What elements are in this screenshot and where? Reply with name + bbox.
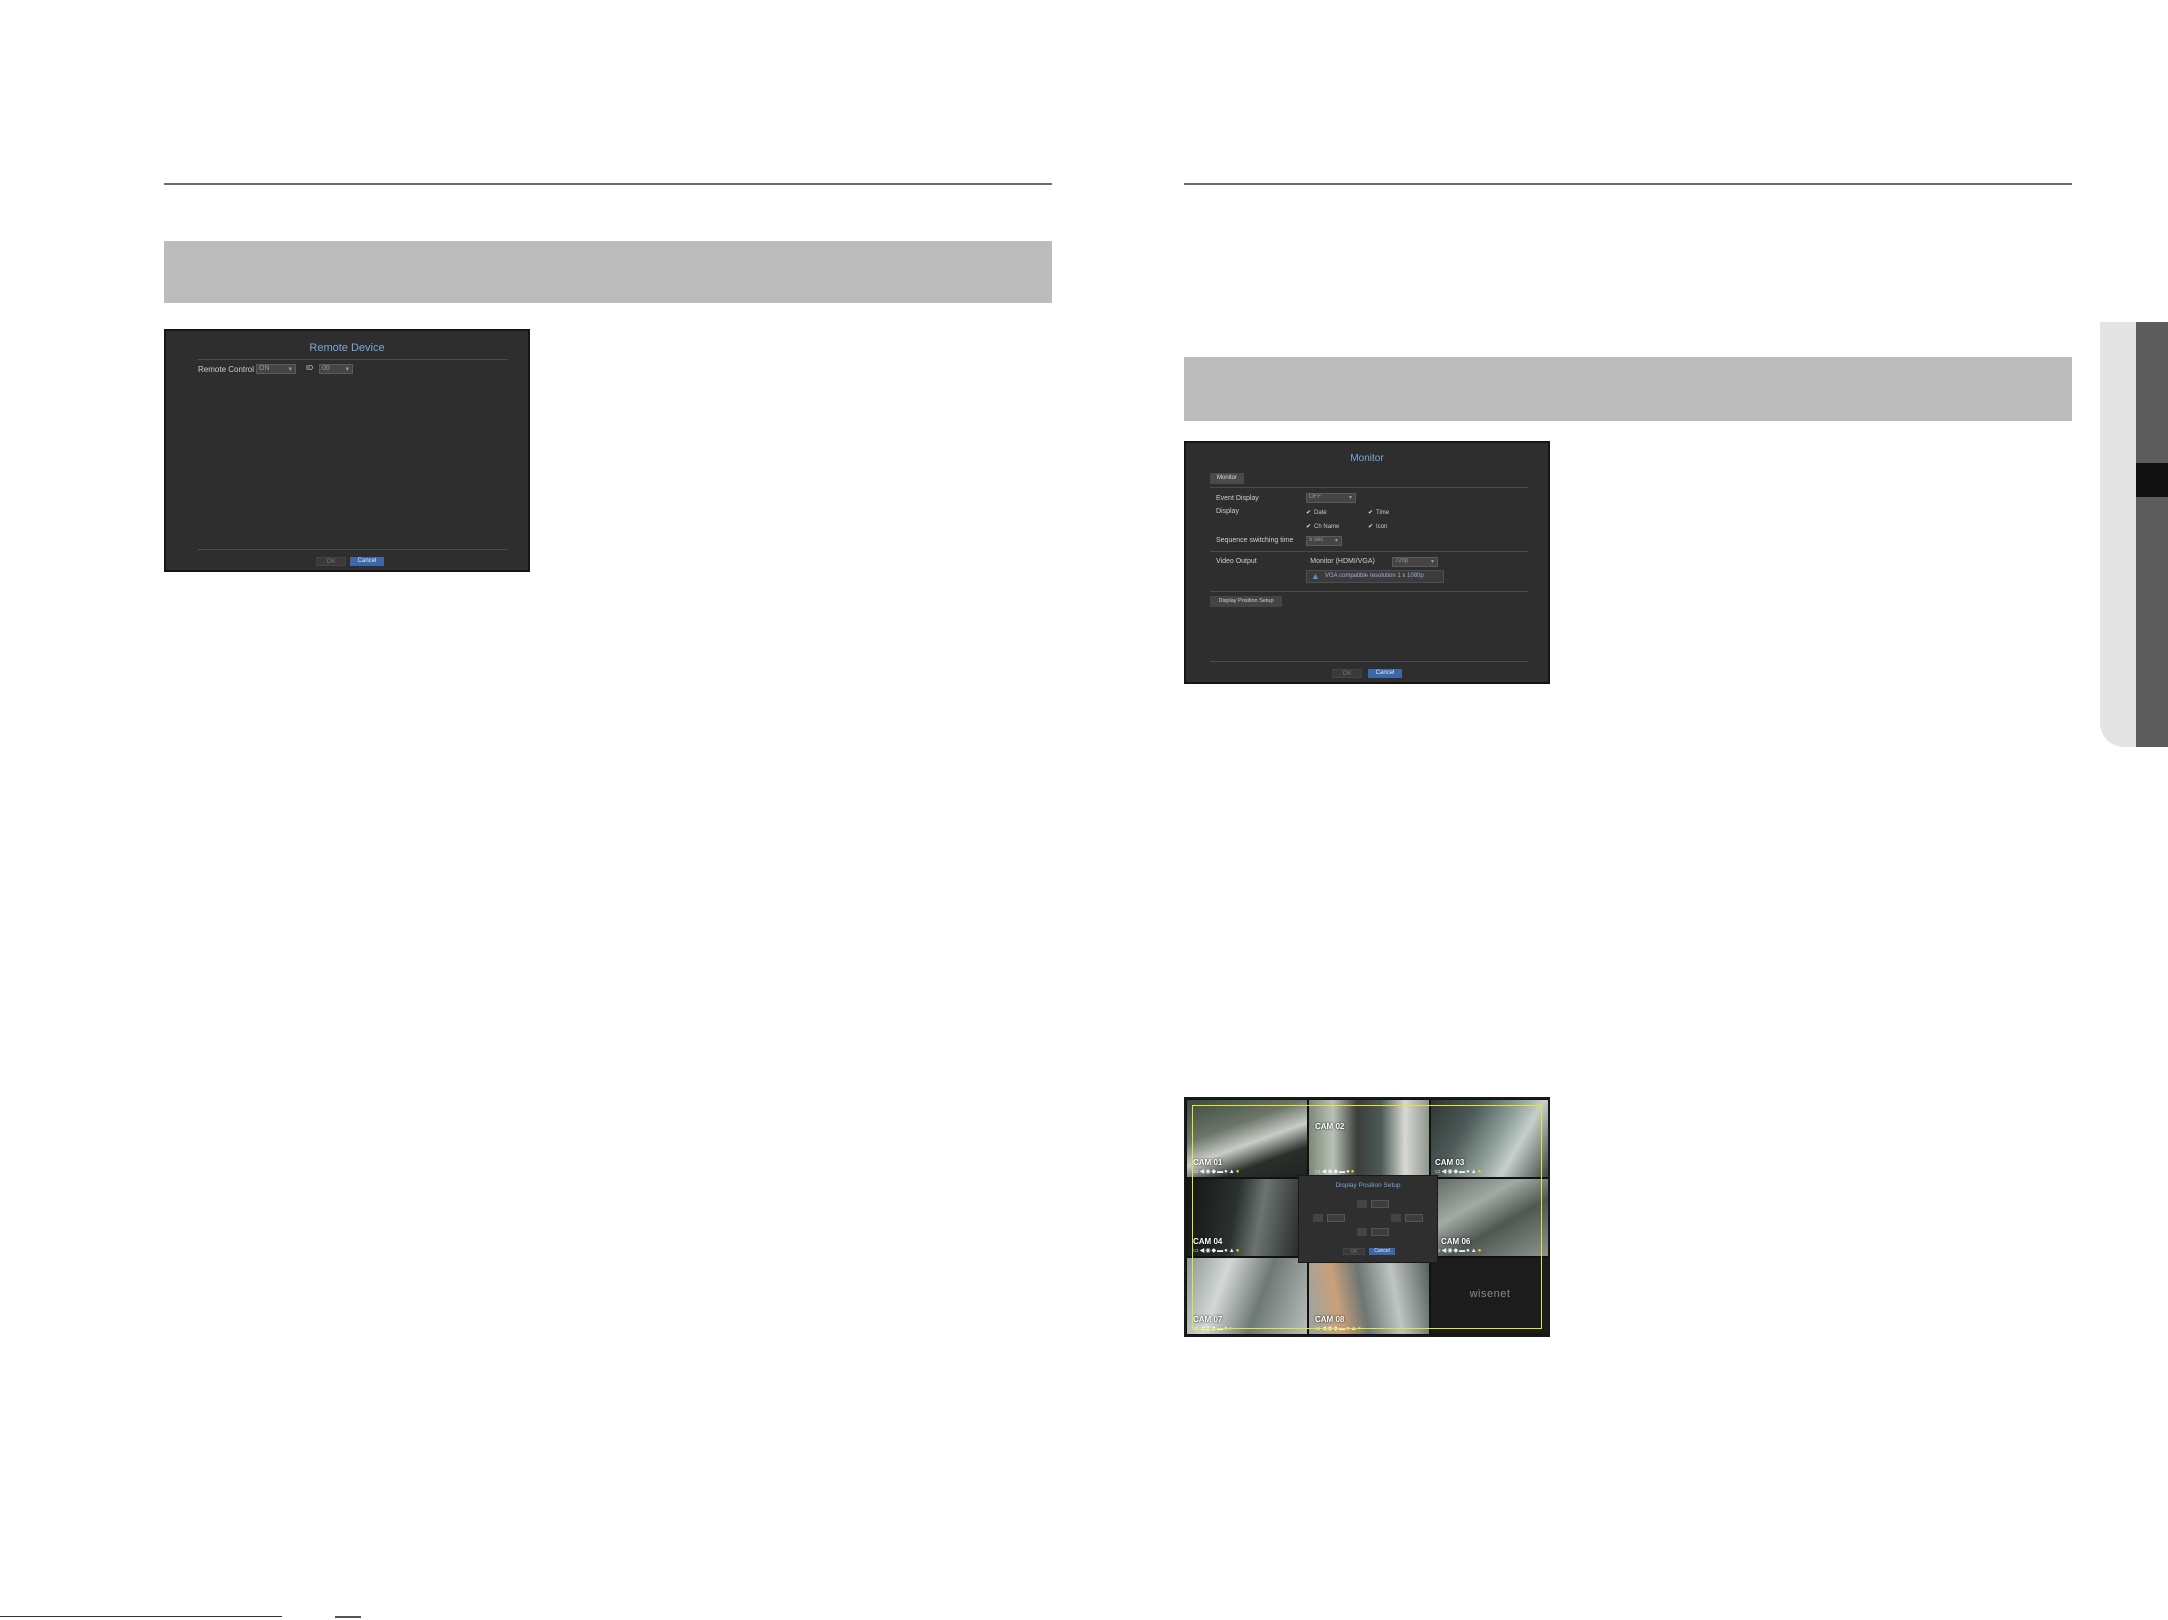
tab-monitor[interactable]: Monitor <box>1210 473 1244 484</box>
chapter-marker <box>2136 463 2168 497</box>
display-position-setup-button[interactable]: Display Position Setup <box>1210 596 1282 607</box>
section-divider <box>1210 591 1528 592</box>
popup-title: Display Position Setup <box>1335 1182 1401 1189</box>
warning-text: VGA compatible resolution 1 x 1080p <box>1325 573 1424 579</box>
display-label: Display <box>1216 508 1239 515</box>
right-section-band <box>1184 357 2072 421</box>
sequence-label: Sequence switching time <box>1216 537 1294 544</box>
sequence-select[interactable]: 5 sec ▾ <box>1306 536 1342 546</box>
remote-control-label: Remote Control <box>198 365 255 374</box>
warning-icon: ▲ <box>1311 571 1320 581</box>
video-output-label: Video Output <box>1216 558 1257 565</box>
horizontal-right-field[interactable] <box>1405 1214 1423 1222</box>
warning-box: ▲ VGA compatible resolution 1 x 1080p <box>1306 570 1444 583</box>
chevron-down-icon: ▾ <box>288 366 292 373</box>
footer-divider <box>1210 661 1528 662</box>
right-arrow-button[interactable] <box>1391 1214 1401 1222</box>
time-checkbox-label: Time <box>1376 510 1390 516</box>
video-output-option[interactable]: · Monitor (HDMI/VGA) <box>1306 558 1375 565</box>
check-icon: ✔ <box>1306 510 1312 516</box>
footer-rule <box>0 1616 282 1617</box>
icon-checkbox[interactable]: ✔ Icon <box>1368 523 1387 530</box>
event-display-value: OFF <box>1309 494 1321 500</box>
tab-divider <box>1210 487 1528 488</box>
footer-divider <box>198 549 508 550</box>
time-checkbox[interactable]: ✔ Time <box>1368 509 1389 516</box>
ok-button[interactable]: OK <box>316 557 346 566</box>
dialog-title: Remote Device <box>309 342 385 354</box>
footer-page-mark <box>335 1612 361 1620</box>
chevron-down-icon: ▾ <box>1430 559 1434 565</box>
dialog-title: Monitor <box>1350 453 1384 464</box>
chapter-side-tab-dark <box>2136 322 2168 747</box>
cancel-button[interactable]: Cancel <box>1368 669 1402 678</box>
ok-button[interactable]: OK <box>1343 1248 1365 1255</box>
chevron-down-icon: ▾ <box>345 366 349 373</box>
id-select[interactable]: 00 ▾ <box>319 364 353 374</box>
chevron-down-icon: ▾ <box>1334 538 1338 544</box>
event-display-select[interactable]: OFF ▾ <box>1306 493 1356 503</box>
vertical-top-field[interactable] <box>1371 1200 1389 1208</box>
left-header-rule <box>164 183 1052 185</box>
ch-name-checkbox[interactable]: ✔ Ch Name <box>1306 523 1339 530</box>
horizontal-left-field[interactable] <box>1327 1214 1345 1222</box>
check-icon: ✔ <box>1368 524 1374 530</box>
video-output-option-label: Monitor (HDMI/VGA) <box>1310 558 1375 565</box>
id-value: 00 <box>322 365 330 372</box>
remote-control-select[interactable]: ON ▾ <box>256 364 296 374</box>
ok-button[interactable]: OK <box>1332 669 1362 678</box>
id-label: ID <box>306 365 313 372</box>
remote-device-dialog: Remote Device Remote Control ON ▾ ID 00 … <box>164 329 530 572</box>
right-header-rule <box>1184 183 2072 185</box>
down-arrow-button[interactable] <box>1357 1228 1367 1236</box>
left-section-band <box>164 241 1052 303</box>
resolution-select[interactable]: 720p ▾ <box>1392 557 1438 567</box>
title-divider <box>198 359 508 360</box>
resolution-value: 720p <box>1395 558 1409 564</box>
ch-name-checkbox-label: Ch Name <box>1314 524 1340 530</box>
check-icon: ✔ <box>1368 510 1374 516</box>
cancel-button[interactable]: Cancel <box>1369 1248 1395 1255</box>
remote-control-value: ON <box>259 365 270 372</box>
display-position-popup: Display Position Setup OK Cancel <box>1298 1175 1438 1263</box>
event-display-label: Event Display <box>1216 495 1259 502</box>
left-arrow-button[interactable] <box>1313 1214 1323 1222</box>
monitor-dialog: Monitor Monitor Event Display OFF ▾ Disp… <box>1184 441 1550 684</box>
check-icon: ✔ <box>1306 524 1312 530</box>
up-arrow-button[interactable] <box>1357 1200 1367 1208</box>
icon-checkbox-label: Icon <box>1376 524 1388 530</box>
date-checkbox[interactable]: ✔ Date <box>1306 509 1327 516</box>
date-checkbox-label: Date <box>1314 510 1327 516</box>
camera-grid: CAM 01 ▭◀◉◆▬●▲● CAM 02 ▭◀◉◆▬●● CAM 03 ▭◀… <box>1184 1097 1550 1337</box>
chevron-down-icon: ▾ <box>1348 495 1352 501</box>
cancel-button[interactable]: Cancel <box>350 557 384 566</box>
sequence-value: 5 sec <box>1309 537 1324 543</box>
vertical-bottom-field[interactable] <box>1371 1228 1389 1236</box>
section-divider <box>1210 551 1528 552</box>
